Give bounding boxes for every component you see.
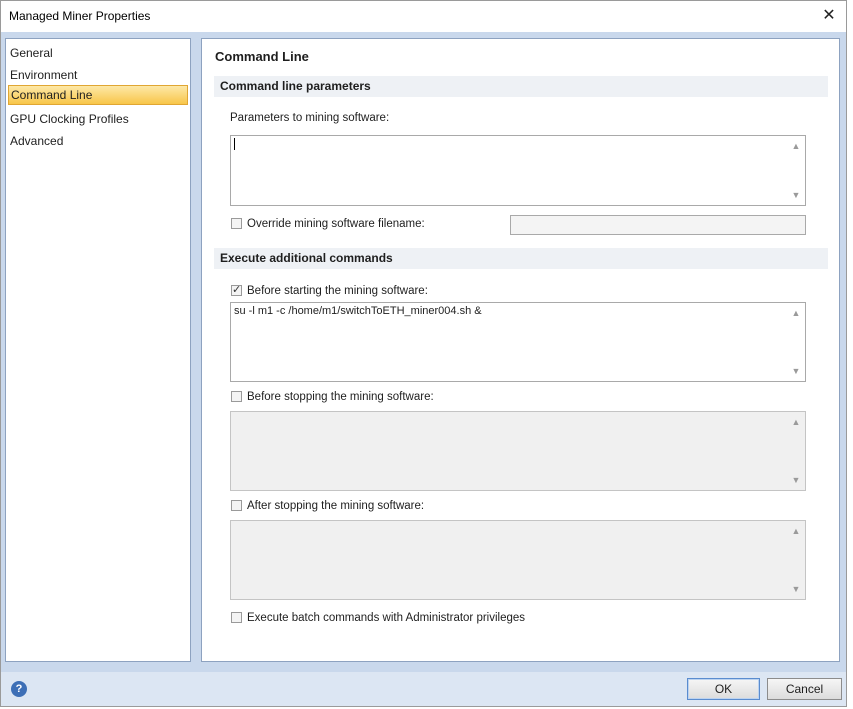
scroll-down-icon[interactable]: ▼ [788,582,804,596]
params-textarea[interactable]: ▲ ▼ [230,135,806,206]
before-stop-scrollbar[interactable]: ▲ ▼ [788,413,804,489]
text-cursor [234,138,235,151]
sidebar-item-gpu-clocking-profiles[interactable]: GPU Clocking Profiles [8,109,188,129]
title-bar: Managed Miner Properties ✕ [1,1,846,32]
after-stop-label: After stopping the mining software: [247,500,425,512]
after-stop-checkbox[interactable] [231,500,242,511]
sidebar-item-command-line[interactable]: Command Line [8,85,188,105]
before-start-label: Before starting the mining software: [247,285,428,297]
ok-button[interactable]: OK [687,678,760,700]
help-icon[interactable]: ? [11,681,27,697]
scroll-up-icon[interactable]: ▲ [788,139,804,153]
batch-admin-checkbox[interactable] [231,612,242,623]
before-start-textarea[interactable]: su -l m1 -c /home/m1/switchToETH_miner00… [230,302,806,382]
scroll-up-icon[interactable]: ▲ [788,415,804,429]
before-stop-label: Before stopping the mining software: [247,391,434,403]
after-stop-scrollbar[interactable]: ▲ ▼ [788,522,804,598]
override-checkbox[interactable] [231,218,242,229]
sidebar-nav: General Environment Command Line GPU Clo… [5,38,191,662]
scroll-up-icon[interactable]: ▲ [788,306,804,320]
override-label: Override mining software filename: [247,218,425,230]
sidebar-item-general[interactable]: General [8,43,188,63]
section-header-params: Command line parameters [214,76,828,97]
before-start-checkbox[interactable] [231,283,242,296]
batch-admin-label: Execute batch commands with Administrato… [247,612,526,624]
before-stop-textarea[interactable]: ▲ ▼ [230,411,806,491]
page-title: Command Line [215,49,309,64]
window-title: Managed Miner Properties [9,9,151,23]
dialog-body: General Environment Command Line GPU Clo… [1,32,846,672]
dialog-window: Managed Miner Properties ✕ General Envir… [0,0,847,707]
dialog-footer: ? OK Cancel [1,672,846,706]
sidebar-item-environment[interactable]: Environment [8,65,188,85]
section-header-exec: Execute additional commands [214,248,828,269]
before-start-scrollbar[interactable]: ▲ ▼ [788,304,804,380]
before-stop-checkbox[interactable] [231,391,242,402]
override-filename-input[interactable] [510,215,806,235]
params-scrollbar[interactable]: ▲ ▼ [788,137,804,204]
after-stop-textarea[interactable]: ▲ ▼ [230,520,806,600]
close-icon[interactable]: ✕ [816,3,842,29]
sidebar-item-advanced[interactable]: Advanced [8,131,188,151]
scroll-up-icon[interactable]: ▲ [788,524,804,538]
scroll-down-icon[interactable]: ▼ [788,473,804,487]
scroll-down-icon[interactable]: ▼ [788,364,804,378]
background-strip [847,0,853,709]
params-label: Parameters to mining software: [230,112,390,124]
before-start-value: su -l m1 -c /home/m1/switchToETH_miner00… [234,305,482,317]
scroll-down-icon[interactable]: ▼ [788,188,804,202]
content-panel: Command Line Command line parameters Par… [201,38,840,662]
cancel-button[interactable]: Cancel [767,678,842,700]
